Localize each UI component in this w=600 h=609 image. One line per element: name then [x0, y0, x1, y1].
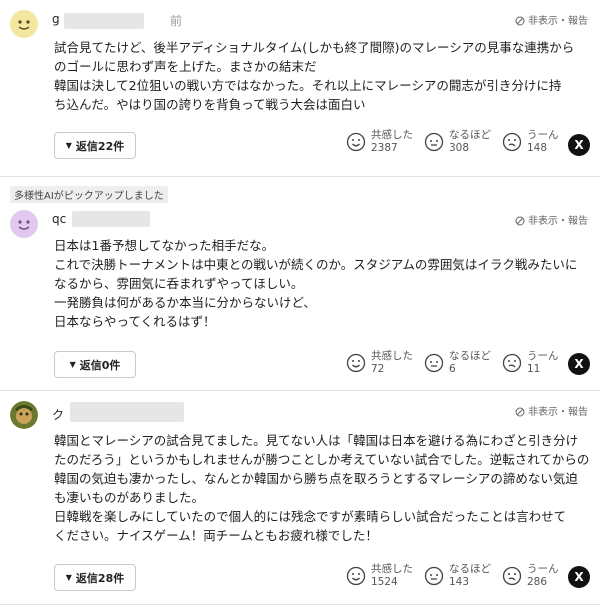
- x-share-button[interactable]: X: [568, 134, 590, 156]
- hide-report-link[interactable]: 非表示・報告: [515, 212, 588, 227]
- puzzled-face-icon: [502, 353, 522, 373]
- avatar[interactable]: [10, 10, 38, 38]
- username[interactable]: g: [52, 12, 60, 26]
- lightbulb-face-icon: [424, 566, 444, 586]
- reply-toggle-button[interactable]: ▼ 返信0件: [54, 351, 136, 378]
- hide-report-link[interactable]: 非表示・報告: [515, 403, 588, 418]
- reaction-kyokan[interactable]: 共感した 2387: [346, 129, 413, 155]
- lightbulb-face-icon: [424, 353, 444, 373]
- hide-icon: [515, 216, 525, 226]
- smile-face-icon: [346, 132, 366, 152]
- comment-body: 試合見てたけど、後半アディショナルタイム(しかも終了間際)のマレーシアの見事な連…: [54, 40, 575, 112]
- redacted-username: [70, 402, 184, 422]
- triangle-down-icon: ▼: [65, 573, 72, 582]
- hide-report-link[interactable]: 非表示・報告: [515, 12, 588, 27]
- x-share-button[interactable]: X: [568, 353, 590, 375]
- comment-body: 日本は1番予想してなかった相手だな。 これで決勝トーナメントは中東との戦いが続く…: [54, 238, 578, 329]
- username[interactable]: qc: [52, 212, 66, 226]
- smile-face-icon: [346, 353, 366, 373]
- reply-toggle-button[interactable]: ▼ 返信28件: [54, 564, 136, 591]
- redacted-username: [72, 211, 150, 227]
- ai-pickup-badge: 多様性AIがピックアップしました: [10, 186, 168, 203]
- smile-face-icon: [346, 566, 366, 586]
- divider: [0, 176, 600, 177]
- puzzled-face-icon: [502, 132, 522, 152]
- hide-icon: [515, 407, 525, 417]
- avatar[interactable]: [10, 401, 38, 429]
- reaction-uun[interactable]: うーん 11: [502, 350, 559, 376]
- triangle-down-icon: ▼: [65, 141, 72, 150]
- puzzled-face-icon: [502, 566, 522, 586]
- reaction-naruhodo[interactable]: なるほど 308: [424, 129, 491, 155]
- reaction-naruhodo[interactable]: なるほど 143: [424, 563, 491, 589]
- reaction-naruhodo[interactable]: なるほど 6: [424, 350, 491, 376]
- username-suffix: 前: [170, 14, 183, 28]
- lightbulb-face-icon: [424, 132, 444, 152]
- reply-toggle-button[interactable]: ▼ 返信22件: [54, 132, 136, 159]
- avatar[interactable]: [10, 210, 38, 238]
- divider: [0, 390, 600, 391]
- reaction-uun[interactable]: うーん 286: [502, 563, 559, 589]
- hide-icon: [515, 16, 525, 26]
- x-share-button[interactable]: X: [568, 566, 590, 588]
- comment-body: 韓国とマレーシアの試合見てました。見てない人は「韓国は日本を避ける為にわざと引き…: [54, 433, 590, 543]
- redacted-username: [64, 13, 144, 29]
- reaction-kyokan[interactable]: 共感した 1524: [346, 563, 413, 589]
- triangle-down-icon: ▼: [69, 360, 76, 369]
- username[interactable]: ク: [52, 406, 64, 423]
- divider: [0, 604, 600, 605]
- reaction-kyokan[interactable]: 共感した 72: [346, 350, 413, 376]
- reaction-uun[interactable]: うーん 148: [502, 129, 559, 155]
